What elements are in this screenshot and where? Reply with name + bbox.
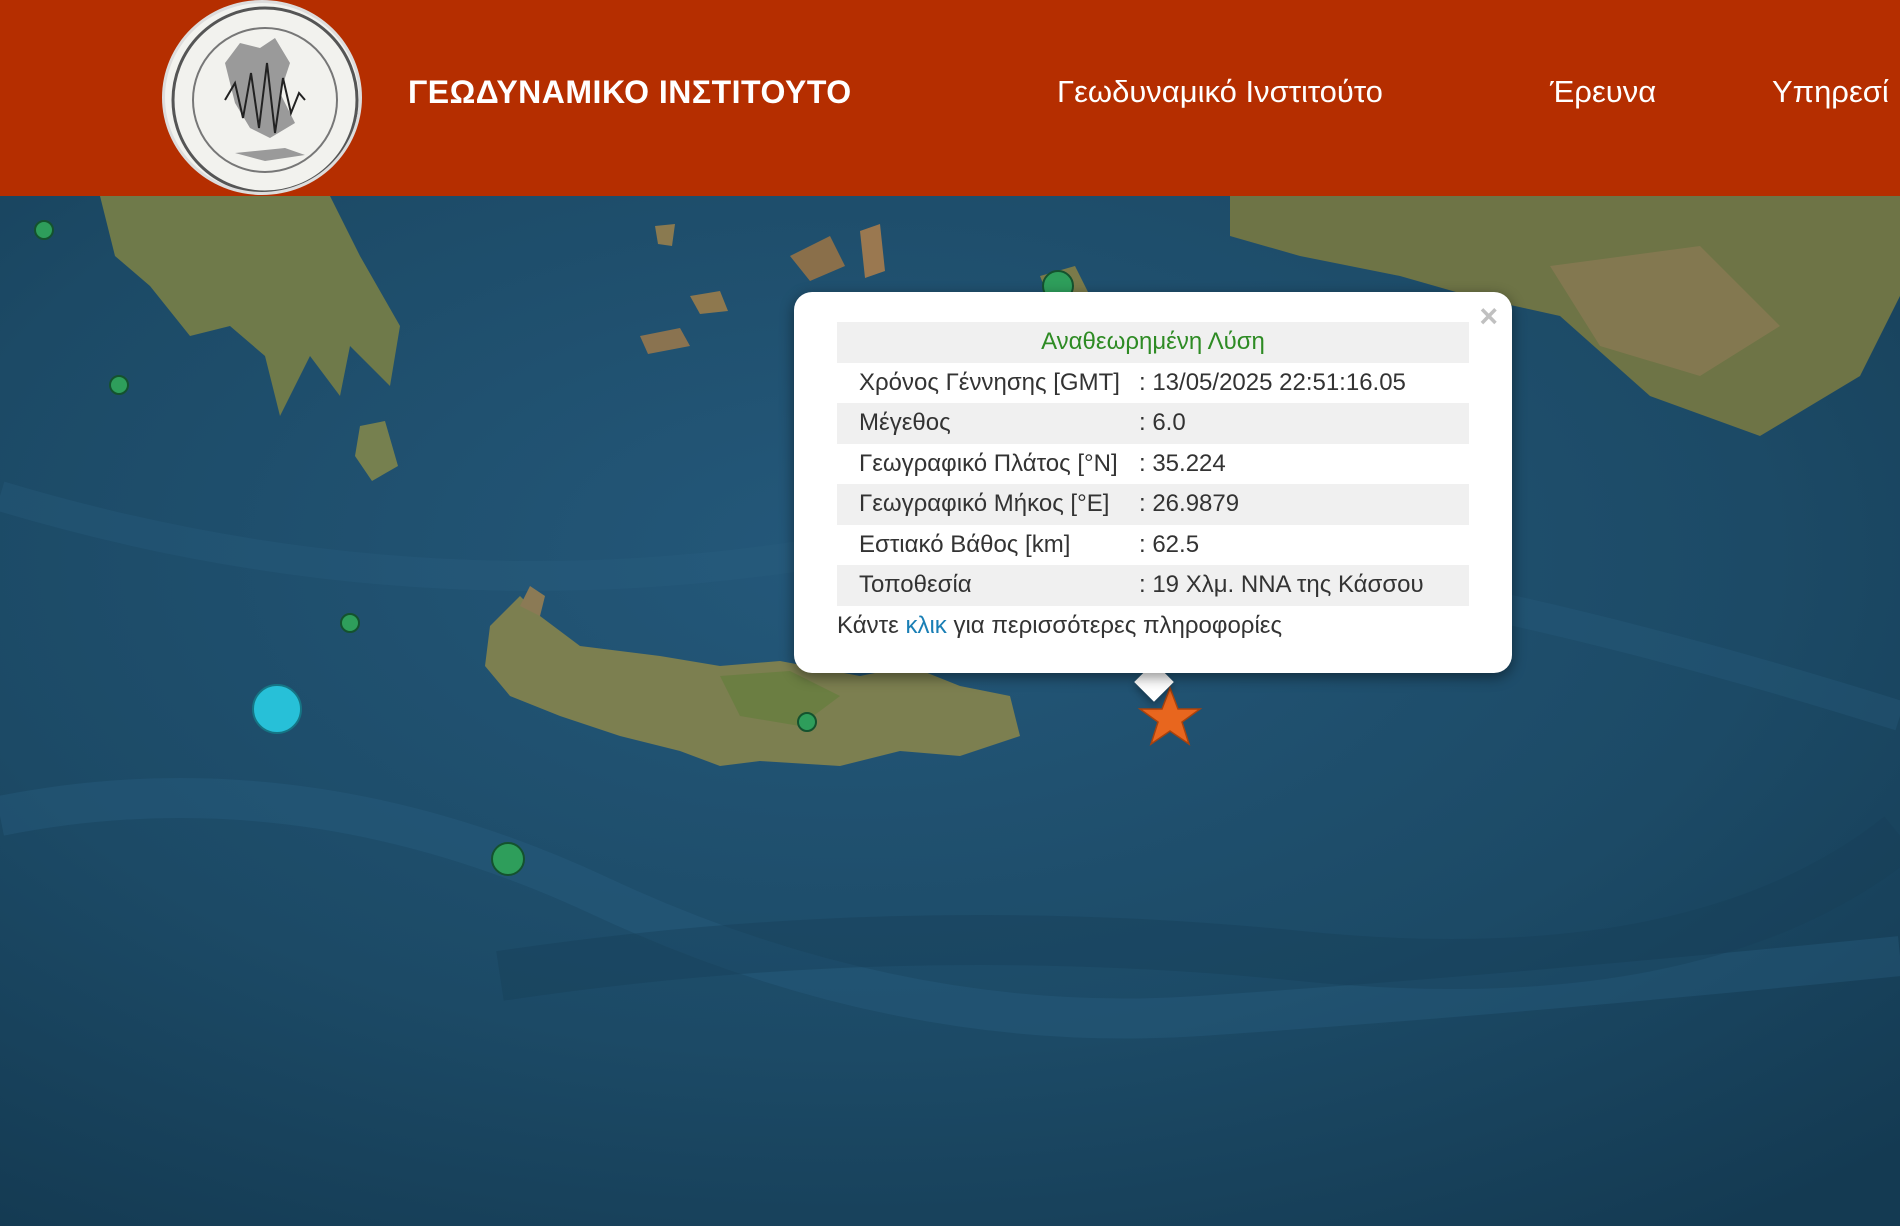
nav-item-research[interactable]: Έρευνα xyxy=(1550,74,1656,110)
location-label: Τοποθεσία xyxy=(837,565,1139,606)
earthquake-popup: × Αναθεωρημένη Λύση Χρόνος Γέννησης [GMT… xyxy=(794,292,1512,673)
focal-depth-value: : 62.5 xyxy=(1139,530,1200,558)
latitude-value: : 35.224 xyxy=(1139,449,1226,477)
nav-item-services[interactable]: Υπηρεσί xyxy=(1772,74,1889,110)
more-info-prefix: Κάντε xyxy=(837,611,899,639)
more-info-suffix: για περισσότερες πληροφορίες xyxy=(953,611,1283,639)
site-title[interactable]: ΓΕΩΔΥΝΑΜΙΚΟ ΙΝΣΤΙΤΟΥΤΟ xyxy=(408,74,852,111)
more-info-link[interactable]: κλικ xyxy=(905,612,946,639)
site-header: ΓΕΩΔΥΝΑΜΙΚΟ ΙΝΣΤΙΤΟΥΤΟ Γεωδυναμικό Ινστι… xyxy=(0,0,1900,196)
more-info-line: Κάντε κλικ για περισσότερες πληροφορίες xyxy=(837,606,1469,647)
popup-title: Αναθεωρημένη Λύση xyxy=(837,322,1469,363)
magnitude-label: Μέγεθος xyxy=(837,403,1139,444)
earthquake-details-table: Αναθεωρημένη Λύση Χρόνος Γέννησης [GMT] … xyxy=(837,322,1469,646)
location-value: : 19 Χλμ. ΝΝΑ της Κάσσου xyxy=(1139,565,1469,606)
longitude-label: Γεωγραφικό Μήκος [°E] xyxy=(837,484,1139,525)
event-marker[interactable] xyxy=(109,375,129,395)
longitude-value: : 26.9879 xyxy=(1139,484,1469,525)
event-marker[interactable] xyxy=(797,712,817,732)
close-icon[interactable]: × xyxy=(1479,300,1498,332)
event-marker[interactable] xyxy=(340,613,360,633)
origin-time-value: : 13/05/2025 22:51:16.05 xyxy=(1139,368,1406,396)
focal-depth-label: Εστιακό Βάθος [km] xyxy=(859,530,1071,558)
event-marker[interactable] xyxy=(34,220,54,240)
event-marker[interactable] xyxy=(491,842,525,876)
nav-item-geodynamic-institute[interactable]: Γεωδυναμικό Ινστιτούτο xyxy=(1057,74,1383,110)
latitude-label: Γεωγραφικό Πλάτος [°N] xyxy=(859,449,1118,477)
magnitude-value: : 6.0 xyxy=(1139,403,1469,444)
origin-time-label: Χρόνος Γέννησης [GMT] xyxy=(859,368,1120,396)
institute-logo[interactable] xyxy=(162,0,362,195)
event-marker[interactable] xyxy=(252,684,302,734)
